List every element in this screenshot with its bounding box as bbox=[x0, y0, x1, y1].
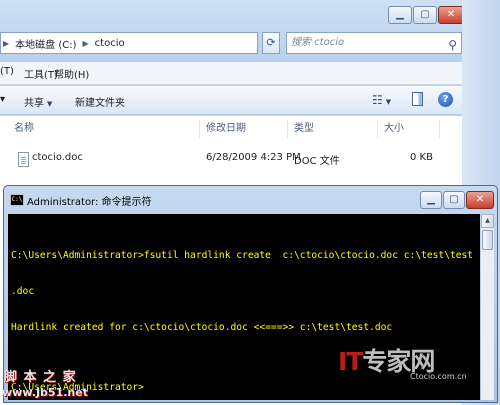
dropdown-arrow-icon[interactable]: ▾ bbox=[0, 94, 5, 105]
preview-pane-icon[interactable] bbox=[412, 92, 423, 106]
cmd-window-title: Administrator: 命令提示符 bbox=[27, 197, 152, 208]
cmd-close-button[interactable]: ✕ bbox=[466, 191, 494, 209]
view-options-icon[interactable]: ☷ ▼ bbox=[372, 93, 391, 107]
watermark-site: Ctocio.com.cn bbox=[410, 372, 467, 381]
share-label: 共享 bbox=[24, 98, 44, 109]
site-watermark-right: IT专家网 Ctocio.com.cn bbox=[338, 342, 478, 386]
column-header-type[interactable]: 类型 bbox=[290, 120, 378, 138]
menu-item-help[interactable]: 帮助(H) bbox=[54, 66, 89, 81]
help-icon[interactable]: ? bbox=[438, 92, 453, 107]
column-header-modified[interactable]: 修改日期 bbox=[202, 120, 288, 138]
column-header-size[interactable]: 大小 bbox=[380, 120, 440, 138]
console-app-icon[interactable]: C:\ bbox=[10, 194, 24, 206]
refresh-button[interactable]: ⟳ bbox=[262, 32, 280, 54]
console-line: .doc bbox=[11, 286, 35, 297]
close-button[interactable]: ✕ bbox=[438, 6, 464, 24]
console-line: Hardlink created for c:\ctocio\ctocio.do… bbox=[11, 322, 393, 333]
breadcrumb-chevron-icon[interactable]: ▶ bbox=[81, 39, 91, 48]
console-line: C:\Users\Administrator>fsutil hardlink c… bbox=[11, 250, 474, 261]
breadcrumb-chevron-icon[interactable]: ▶ bbox=[1, 39, 11, 48]
minimize-button[interactable]: ▁ bbox=[388, 6, 412, 24]
scroll-up-icon[interactable]: ▲ bbox=[481, 214, 494, 228]
watermark-left-title: 脚 本 之 家 bbox=[4, 370, 77, 385]
site-watermark-left: 脚 本 之 家 www.Jb51.net bbox=[2, 366, 88, 402]
column-header-name[interactable]: 名称 bbox=[10, 120, 200, 138]
cmd-minimize-button[interactable]: ▁ bbox=[420, 191, 442, 209]
command-bar: ▾ 共享 ▼ 新建文件夹 ☷ ▼ ? bbox=[0, 86, 462, 115]
breadcrumb-drive[interactable]: 本地磁盘 (C:) bbox=[11, 36, 80, 51]
new-folder-button[interactable]: 新建文件夹 bbox=[75, 94, 125, 109]
file-list: 名称 修改日期 类型 大小 ctocio.doc 6/28/2009 4:23 … bbox=[0, 116, 462, 186]
file-size: 0 KB bbox=[410, 152, 433, 163]
menu-bar: (T) 工具(T) 帮助(H) bbox=[0, 62, 462, 85]
menu-item-tools[interactable]: 工具(T) bbox=[24, 66, 58, 81]
breadcrumb-folder[interactable]: ctocio bbox=[91, 38, 129, 49]
search-icon[interactable]: ⚲ bbox=[448, 35, 457, 55]
watermark-brand-accent: IT bbox=[338, 347, 363, 376]
document-icon bbox=[18, 152, 29, 167]
search-placeholder: 搜索 ctocio bbox=[291, 37, 345, 48]
menu-item-partial[interactable]: (T) bbox=[0, 66, 14, 77]
chevron-down-icon: ▼ bbox=[47, 100, 53, 108]
cmd-titlebar[interactable]: C:\ Administrator: 命令提示符 ▁ ▢ ✕ bbox=[4, 186, 497, 212]
search-input[interactable]: 搜索 ctocio ⚲ bbox=[286, 32, 462, 54]
watermark-left-url: www.Jb51.net bbox=[2, 386, 88, 399]
cmd-maximize-button[interactable]: ▢ bbox=[443, 191, 465, 209]
file-name: ctocio.doc bbox=[32, 152, 83, 163]
file-row[interactable]: ctocio.doc 6/28/2009 4:23 PM DOC 文件 0 KB bbox=[0, 148, 462, 170]
console-scrollbar[interactable]: ▲ bbox=[481, 214, 494, 400]
address-bar[interactable]: ▶ 本地磁盘 (C:) ▶ ctocio bbox=[0, 32, 258, 54]
explorer-titlebar[interactable]: ▁ ▢ ✕ bbox=[0, 0, 500, 30]
file-type: DOC 文件 bbox=[294, 156, 340, 167]
share-button[interactable]: 共享 ▼ bbox=[24, 94, 52, 109]
maximize-button[interactable]: ▢ bbox=[413, 6, 437, 24]
file-modified: 6/28/2009 4:23 PM bbox=[206, 152, 301, 163]
scroll-thumb[interactable] bbox=[482, 230, 493, 250]
